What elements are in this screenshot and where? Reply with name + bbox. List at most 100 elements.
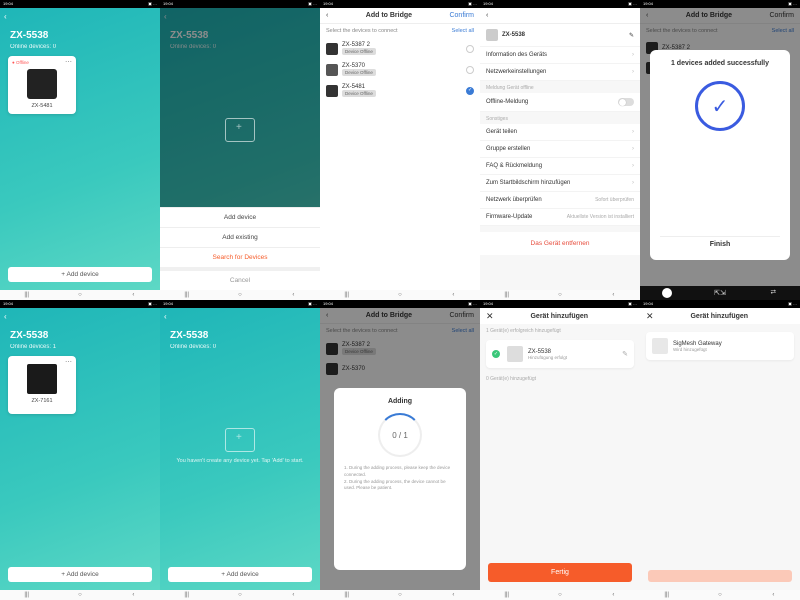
- back-icon[interactable]: ‹: [486, 12, 488, 19]
- add-device-button[interactable]: + Add device: [168, 567, 312, 582]
- hub-title: ZX-5538: [10, 30, 48, 41]
- done-button-disabled: [648, 570, 792, 582]
- screen-add-device-done: 19:04▣ … ✕ Gerät hinzufügen 1 Gerät(e) e…: [480, 300, 640, 600]
- sheet-search[interactable]: Search for Devices: [160, 247, 320, 267]
- share-actions: ⇱⇲ ⮂: [640, 286, 800, 300]
- sheet-add-device[interactable]: Add device: [160, 207, 320, 227]
- device-status: ● Offline: [12, 60, 72, 65]
- device-thumb-icon: [27, 69, 57, 99]
- header: ✕ Gerät hinzufügen: [480, 308, 640, 324]
- page-title: Gerät hinzufügen: [654, 313, 785, 320]
- device-name: ZX-5481: [12, 103, 72, 109]
- device-header-row[interactable]: ZX-5538 ✎: [480, 24, 640, 47]
- screen-action-sheet: 19:04▣ … ‹ ZX-5538 Online devices: 0 Add…: [160, 0, 320, 300]
- more-icon[interactable]: ⋯: [65, 58, 72, 66]
- header: ‹: [480, 8, 640, 24]
- device-row[interactable]: ZX-5481Device Offline: [320, 80, 480, 101]
- status-bar: 19:04▣ …: [640, 0, 800, 8]
- device-card[interactable]: ⋯ ZX-7161: [8, 356, 76, 414]
- page-title: Gerät hinzufügen: [494, 313, 625, 320]
- sheet-add-existing[interactable]: Add existing: [160, 227, 320, 247]
- toggle-off[interactable]: [618, 98, 634, 106]
- check-icon: ✓: [492, 350, 500, 358]
- added-device-item[interactable]: ✓ ZX-5538Hinzufügung erfolgt ✎: [486, 340, 634, 368]
- back-icon[interactable]: ‹: [4, 312, 7, 321]
- radio-checked[interactable]: [466, 87, 474, 95]
- device-icon: [326, 64, 338, 76]
- back-icon[interactable]: ‹: [164, 312, 167, 321]
- action-sheet: Add device Add existing Search for Devic…: [160, 207, 320, 290]
- edit-icon[interactable]: ✎: [629, 32, 634, 39]
- row-faq[interactable]: FAQ & Rückmeldung›: [480, 158, 640, 175]
- row-netcheck[interactable]: Netzwerk überprüfenSofort überprüfen: [480, 192, 640, 209]
- select-header: Select the devices to connect Select all: [320, 24, 480, 38]
- adding-tips: 1. During the adding process, please kee…: [344, 465, 456, 492]
- row-share[interactable]: Gerät teilen›: [480, 124, 640, 141]
- screen-add-gateway: 19:04▣ … ✕ Gerät hinzufügen SigMesh Gate…: [640, 300, 800, 600]
- gateway-icon: [507, 346, 523, 362]
- gateway-item[interactable]: SigMesh GatewayWird hinzugefügt: [646, 332, 794, 360]
- remove-device-button[interactable]: Das Gerät entfernen: [480, 232, 640, 255]
- progress-ring: 0 / 1: [378, 413, 422, 457]
- online-count: Online devices: 0: [10, 44, 56, 50]
- check-circle-icon: ✓: [695, 81, 745, 131]
- sheet-cancel[interactable]: Cancel: [160, 267, 320, 290]
- radio-unchecked[interactable]: [466, 66, 474, 74]
- capture-icon[interactable]: [662, 288, 672, 298]
- edit-icon[interactable]: ✎: [622, 350, 628, 358]
- screen-adding: 19:04▣ … ‹Add to BridgeConfirm Select th…: [320, 300, 480, 600]
- header: ‹ Add to Bridge Confirm: [320, 8, 480, 24]
- radio-unchecked[interactable]: [466, 45, 474, 53]
- header: ✕ Gerät hinzufügen: [640, 308, 800, 324]
- close-icon[interactable]: ✕: [646, 311, 654, 322]
- crop-icon[interactable]: ⇱⇲: [715, 288, 725, 298]
- status-bar: 19:04▣ …: [320, 0, 480, 8]
- home-body: ‹ ZX-5538 Online devices: 0 ⋯ ● Offline …: [0, 8, 160, 290]
- adding-card: Adding 0 / 1 1. During the adding proces…: [334, 388, 466, 570]
- section-label: 0 Gerät(e) hinzugefügt: [480, 372, 640, 384]
- status-bar: 19:04▣ …: [0, 0, 160, 8]
- screen-device-settings: 19:04▣ … ‹ ZX-5538 ✎ Information des Ger…: [480, 0, 640, 300]
- camera-icon: [326, 85, 338, 97]
- section-label: Sonstiges: [480, 112, 640, 124]
- select-all-button[interactable]: Select all: [452, 28, 474, 34]
- bridge-body-dim: ‹Add to BridgeConfirm Select the devices…: [640, 8, 800, 300]
- row-group[interactable]: Gruppe erstellen›: [480, 141, 640, 158]
- android-nav[interactable]: |||○‹: [0, 290, 160, 300]
- close-icon[interactable]: ✕: [486, 311, 494, 322]
- row-firmware[interactable]: Firmware-UpdateAktuellste Version ist in…: [480, 209, 640, 226]
- back-icon[interactable]: ‹: [4, 12, 7, 21]
- row-device-info[interactable]: Information des Geräts›: [480, 47, 640, 64]
- finish-button[interactable]: Finish: [660, 236, 780, 252]
- add-device-button[interactable]: + Add device: [8, 267, 152, 282]
- add-device-button[interactable]: + Add device: [8, 567, 152, 582]
- android-nav[interactable]: |||○‹: [160, 290, 320, 300]
- section-label: Meldung Gerät offline: [480, 81, 640, 93]
- success-message: 1 devices added successfully: [660, 60, 780, 67]
- bridge-body: ‹ Add to Bridge Confirm Select the devic…: [320, 8, 480, 290]
- share-icon[interactable]: ⮂: [768, 288, 778, 298]
- status-bar: 19:04▣ …: [480, 0, 640, 8]
- row-homescreen[interactable]: Zum Startbildschirm hinzufügen›: [480, 175, 640, 192]
- more-icon[interactable]: ⋯: [65, 358, 72, 366]
- gateway-icon: [652, 338, 668, 354]
- status-bar: 19:04▣ …: [160, 0, 320, 8]
- row-offline-msg[interactable]: Offline-Meldung: [480, 93, 640, 112]
- device-row[interactable]: ZX-5387 2Device Offline: [320, 38, 480, 59]
- row-network-settings[interactable]: Netzwerkeinstellungen›: [480, 64, 640, 81]
- screen-home-empty: 19:04▣ … ‹ ZX-5538 Online devices: 0 You…: [160, 300, 320, 600]
- settings-body: ‹ ZX-5538 ✎ Information des Geräts› Netz…: [480, 8, 640, 290]
- watch-icon: [326, 43, 338, 55]
- android-nav[interactable]: |||○‹: [320, 290, 480, 300]
- done-button[interactable]: Fertig: [488, 563, 632, 582]
- empty-text: You haven't create any device yet. Tap '…: [160, 458, 320, 466]
- confirm-button[interactable]: Confirm: [449, 12, 474, 19]
- home-body: ‹ ZX-5538 Online devices: 0 Add device A…: [160, 8, 320, 290]
- device-card[interactable]: ⋯ ● Offline ZX-5481: [8, 56, 76, 114]
- screen-success: 19:04▣ … ‹Add to BridgeConfirm Select th…: [640, 0, 800, 300]
- section-label: 1 Gerät(e) erfolgreich hinzugefügt: [480, 324, 640, 336]
- device-row[interactable]: ZX-5370Device Offline: [320, 59, 480, 80]
- empty-box-icon: [225, 118, 255, 142]
- android-nav[interactable]: |||○‹: [480, 290, 640, 300]
- valve-icon: [27, 364, 57, 394]
